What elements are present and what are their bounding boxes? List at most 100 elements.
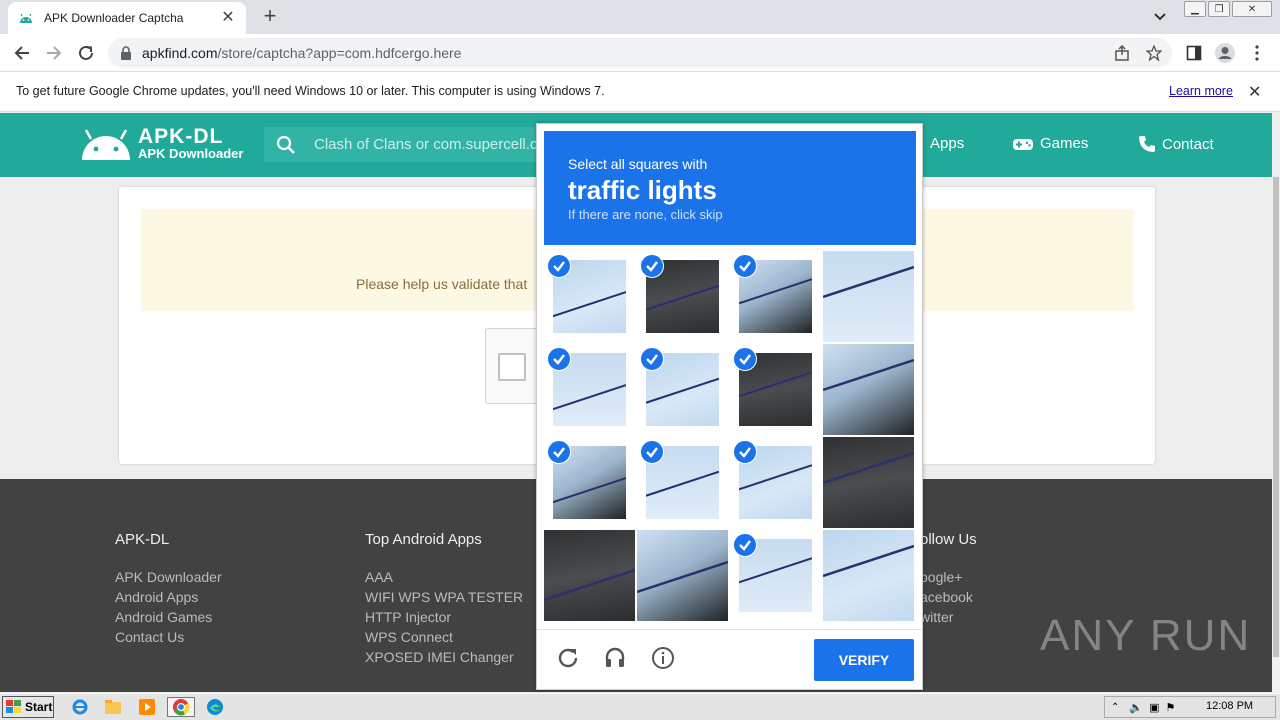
- address-bar[interactable]: apkfind.com/store/captcha?app=com.hdfcer…: [108, 38, 1172, 68]
- captcha-tile[interactable]: [544, 251, 637, 344]
- captcha-tile[interactable]: [730, 437, 823, 530]
- windows-taskbar: Start ⌃ 🔈 ▣ ⚑ 12:08 PM: [0, 693, 1280, 720]
- footer-col-top-apps: Top Android Apps AAA WIFI WPS WPA TESTER…: [365, 531, 523, 667]
- taskbar-clock[interactable]: 12:08 PM: [1206, 700, 1253, 712]
- reload-icon[interactable]: [74, 41, 98, 65]
- captcha-tile[interactable]: [730, 530, 823, 623]
- site-search-input[interactable]: Clash of Clans or com.supercell.c: [264, 127, 554, 162]
- captcha-tile[interactable]: [544, 530, 637, 623]
- nav-contact[interactable]: Contact: [1138, 135, 1214, 153]
- footer-link[interactable]: HTTP Injector: [365, 607, 523, 627]
- captcha-tile[interactable]: [544, 344, 637, 437]
- footer-link[interactable]: witter: [920, 607, 977, 627]
- browser-tab-strip: APK Downloader Captcha ✕ + ▁ ❐ ✕: [0, 0, 1280, 34]
- captcha-footer: VERIFY: [537, 629, 922, 689]
- captcha-tile-image: [823, 251, 914, 342]
- edge-icon[interactable]: [203, 697, 227, 717]
- captcha-target: traffic lights: [568, 175, 717, 205]
- tile-selected-check-icon: [640, 347, 664, 371]
- captcha-tile[interactable]: [823, 344, 916, 437]
- action-center-flag-icon[interactable]: ⚑: [1166, 701, 1176, 714]
- search-icon: [276, 135, 295, 154]
- forward-icon[interactable]: [42, 41, 66, 65]
- internet-explorer-icon[interactable]: [68, 697, 92, 717]
- tile-selected-check-icon: [640, 440, 664, 464]
- captcha-tile[interactable]: [823, 437, 916, 530]
- captcha-tile[interactable]: [544, 437, 637, 530]
- windows-logo-icon: [6, 700, 21, 713]
- network-icon[interactable]: ▣: [1149, 701, 1159, 714]
- side-panel-icon[interactable]: [1182, 41, 1206, 65]
- browser-tab[interactable]: APK Downloader Captcha ✕: [8, 2, 246, 34]
- captcha-tile[interactable]: [637, 530, 730, 623]
- file-explorer-icon[interactable]: [101, 697, 125, 717]
- start-label: Start: [25, 700, 53, 714]
- captcha-tile[interactable]: [730, 344, 823, 437]
- captcha-tile[interactable]: [823, 251, 916, 344]
- footer-link[interactable]: WPS Connect: [365, 627, 523, 647]
- profile-avatar-icon[interactable]: [1213, 41, 1237, 65]
- learn-more-link[interactable]: Learn more: [1169, 84, 1233, 98]
- page-scrollbar[interactable]: [1272, 177, 1280, 692]
- captcha-challenge: Select all squares with traffic lights I…: [536, 123, 923, 690]
- footer-heading: Top Android Apps: [365, 531, 482, 548]
- browser-menu-icon[interactable]: [1245, 41, 1269, 65]
- browser-toolbar: apkfind.com/store/captcha?app=com.hdfcer…: [0, 34, 1280, 72]
- watermark-text: ANY RUN: [1040, 611, 1252, 660]
- captcha-tile-image: [544, 530, 635, 621]
- tray-expand-icon[interactable]: ⌃: [1111, 702, 1119, 713]
- captcha-tile-image: [823, 437, 914, 528]
- volume-icon[interactable]: 🔈: [1129, 701, 1143, 714]
- update-infobar: To get future Google Chrome updates, you…: [0, 72, 1280, 112]
- tile-selected-check-icon: [547, 254, 571, 278]
- nav-contact-label: Contact: [1162, 135, 1214, 153]
- footer-link[interactable]: AAA: [365, 567, 523, 587]
- tab-close-icon[interactable]: ✕: [220, 10, 236, 26]
- captcha-header: Select all squares with traffic lights I…: [544, 131, 916, 245]
- close-window-icon[interactable]: ✕: [1232, 1, 1272, 17]
- footer-link[interactable]: Android Apps: [115, 587, 222, 607]
- nav-games[interactable]: Games: [1012, 135, 1088, 152]
- chrome-taskbar-icon[interactable]: [167, 697, 195, 717]
- audio-challenge-icon[interactable]: [601, 644, 629, 672]
- captcha-tile[interactable]: [730, 251, 823, 344]
- start-button[interactable]: Start: [2, 696, 54, 718]
- share-icon[interactable]: [1110, 41, 1134, 65]
- new-tab-button[interactable]: +: [258, 5, 282, 29]
- back-icon[interactable]: [10, 41, 34, 65]
- media-player-icon[interactable]: [135, 697, 159, 717]
- footer-link[interactable]: oogle+: [920, 567, 977, 587]
- captcha-hint: If there are none, click skip: [568, 207, 723, 222]
- footer-link[interactable]: APK Downloader: [115, 567, 222, 587]
- lock-icon[interactable]: [120, 46, 134, 60]
- reload-challenge-icon[interactable]: [554, 644, 582, 672]
- tab-title: APK Downloader Captcha: [44, 11, 184, 25]
- captcha-tile-image: [823, 530, 914, 621]
- tab-search-chevron-icon[interactable]: [1150, 8, 1170, 26]
- footer-link[interactable]: XPOSED IMEI Changer: [365, 647, 523, 667]
- tile-selected-check-icon: [547, 440, 571, 464]
- minimize-window-icon[interactable]: ▁: [1184, 1, 1206, 17]
- captcha-tile[interactable]: [823, 530, 916, 623]
- footer-link[interactable]: Android Games: [115, 607, 222, 627]
- restore-window-icon[interactable]: ❐: [1208, 1, 1230, 17]
- bookmark-star-icon[interactable]: [1142, 41, 1166, 65]
- footer-link[interactable]: acebook: [920, 587, 977, 607]
- recaptcha-checkbox[interactable]: [498, 353, 526, 381]
- footer-link[interactable]: Contact Us: [115, 627, 222, 647]
- footer-link[interactable]: WIFI WPS WPA TESTER: [365, 587, 523, 607]
- verify-button[interactable]: VERIFY: [814, 639, 914, 681]
- scrollbar-thumb[interactable]: [1273, 177, 1279, 657]
- captcha-tile[interactable]: [637, 251, 730, 344]
- phone-icon: [1138, 135, 1156, 153]
- info-icon[interactable]: [649, 644, 677, 672]
- nav-apps-label: Apps: [930, 135, 965, 152]
- nav-apps[interactable]: Apps: [930, 135, 964, 152]
- captcha-instruction: Select all squares with: [568, 156, 708, 172]
- captcha-tile[interactable]: [637, 344, 730, 437]
- footer-heading: ollow Us: [920, 531, 977, 548]
- infobar-close-icon[interactable]: ✕: [1248, 82, 1261, 102]
- gamepad-icon: [1012, 137, 1034, 151]
- captcha-tile[interactable]: [637, 437, 730, 530]
- site-logo[interactable]: APK-DL APK Downloader: [80, 126, 243, 161]
